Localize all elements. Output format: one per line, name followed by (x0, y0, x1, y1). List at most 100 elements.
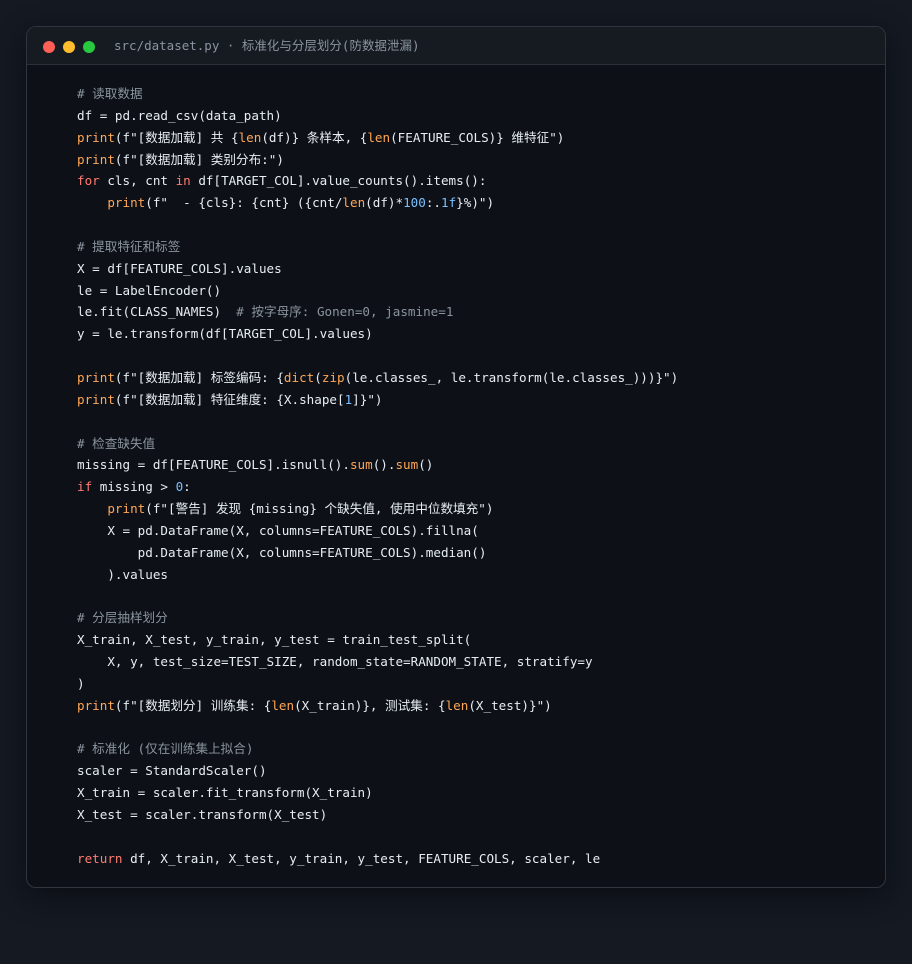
code-token: (X_test)}") (468, 697, 552, 713)
code-token: (f" - {cls}: {cnt} ({cnt/ (145, 195, 343, 211)
code-token: in (175, 173, 191, 189)
code-token: X = pd.DataFrame(X, columns=FEATURE_COLS… (77, 522, 479, 538)
code-line: # 读取数据 (77, 83, 678, 105)
code-token: (X_train)}, 测试集: { (294, 697, 446, 713)
code-token: 100 (403, 195, 426, 211)
code-line: X_train, X_test, y_train, y_test = train… (77, 629, 678, 651)
code-token: ( (314, 369, 322, 385)
code-token: len (271, 697, 295, 713)
code-token: (f"[警告] 发现 {missing} 个缺失值, 使用中位数填充") (145, 501, 494, 517)
code-line: # 分层抽样划分 (77, 607, 678, 629)
code-line: X_test = scaler.transform(X_test) (77, 804, 678, 826)
window-titlebar: src/dataset.py · 标准化与分层划分(防数据泄漏) (27, 27, 885, 65)
code-line: df = pd.read_csv(data_path) (77, 105, 678, 127)
code-token: (f"[数据加载] 标签编码: { (114, 369, 284, 385)
code-line: le.fit(CLASS_NAMES) # 按字母序: Gonen=0, jas… (77, 301, 678, 323)
code-token: le.fit(CLASS_NAMES) (77, 304, 237, 320)
code-token: # 读取数据 (77, 86, 143, 101)
code-token: df = pd.read_csv(data_path) (77, 107, 282, 123)
code-window: src/dataset.py · 标准化与分层划分(防数据泄漏) # 读取数据 d… (26, 26, 886, 888)
code-token: :. (425, 195, 441, 211)
code-token: # 提取特征和标签 (77, 238, 181, 254)
code-token: () (418, 457, 434, 473)
code-token: 1f (441, 195, 457, 211)
code-line: print(f" - {cls}: {cnt} ({cnt/len(df)*10… (77, 192, 678, 214)
code-token: X_train = scaler.fit_transform(X_train) (77, 785, 373, 800)
code-line: print(f"[数据加载] 类别分布:") (77, 149, 678, 171)
code-token: # 检查缺失值 (77, 435, 156, 451)
code-token: df, X_train, X_test, y_train, y_test, FE… (122, 850, 601, 866)
code-token: (FEATURE_COLS)} 维特征") (390, 129, 565, 145)
code-token: zip (321, 369, 345, 385)
code-token: len (445, 697, 469, 713)
code-line: X = pd.DataFrame(X, columns=FEATURE_COLS… (77, 520, 678, 542)
code-token: df[TARGET_COL].value_counts().items(): (190, 173, 487, 189)
code-token: # 分层抽样划分 (77, 610, 168, 626)
code-line: # 提取特征和标签 (77, 236, 678, 258)
code-token: print (77, 151, 115, 167)
code-token: scaler = StandardScaler() (77, 763, 267, 779)
maximize-window-button[interactable] (83, 41, 95, 53)
code-token: (). (372, 457, 396, 473)
code-token: (le.classes_, le.transform(le.classes_))… (344, 369, 679, 385)
code-token: ).values (77, 566, 168, 582)
code-token: (f"[数据划分] 训练集: { (114, 697, 272, 713)
code-token: : (183, 479, 191, 495)
code-token: (f"[数据加载] 特征维度: {X.shape[ (114, 391, 345, 407)
code-token: for (77, 173, 100, 189)
code-token: (df)} 条样本, { (261, 129, 368, 145)
code-line: scaler = StandardScaler() (77, 760, 678, 782)
code-line: # 标准化 (仅在训练集上拟合) (77, 738, 678, 760)
code-token: len (342, 195, 366, 211)
code-token: (f"[数据加载] 共 { (114, 129, 239, 145)
code-token: print (77, 391, 115, 407)
code-line: ) (77, 673, 678, 695)
code-line: missing = df[FEATURE_COLS].isnull().sum(… (77, 454, 678, 476)
close-window-button[interactable] (43, 41, 55, 53)
code-token: sum (395, 457, 419, 473)
code-token: print (77, 129, 115, 145)
code-line: print(f"[数据加载] 特征维度: {X.shape[1]}") (77, 389, 678, 411)
code-line: if missing > 0: (77, 476, 678, 498)
code-token: sum (349, 457, 373, 473)
code-token: (df)* (365, 195, 404, 211)
window-title: src/dataset.py · 标准化与分层划分(防数据泄漏) (114, 38, 420, 53)
code-token: return (77, 850, 123, 866)
code-block[interactable]: # 读取数据 df = pd.read_csv(data_path) print(f… (77, 83, 678, 869)
code-line: print(f"[数据加载] 标签编码: {dict(zip(le.classe… (77, 367, 678, 389)
code-line: print(f"[警告] 发现 {missing} 个缺失值, 使用中位数填充"… (77, 498, 678, 520)
code-token: dict (283, 369, 315, 385)
code-token: X = df[FEATURE_COLS].values (77, 260, 282, 276)
code-line: return df, X_train, X_test, y_train, y_t… (77, 848, 678, 870)
code-token: X, y, test_size=TEST_SIZE, random_state=… (77, 653, 593, 669)
code-line: for cls, cnt in df[TARGET_COL].value_cou… (77, 170, 678, 192)
code-token: }%)") (456, 195, 495, 211)
code-token: # 标准化 (仅在训练集上拟合) (77, 741, 254, 757)
code-line: y = le.transform(df[TARGET_COL].values) (77, 323, 678, 345)
code-line: X_train = scaler.fit_transform(X_train) (77, 782, 678, 804)
code-token: ) (77, 675, 85, 691)
code-line: print(f"[数据加载] 共 {len(df)} 条样本, {len(FEA… (77, 127, 678, 149)
code-line: X = df[FEATURE_COLS].values (77, 258, 678, 280)
code-token: missing > (92, 479, 176, 495)
code-token: (f"[数据加载] 类别分布:") (114, 151, 284, 167)
code-token: print (107, 501, 146, 517)
code-token: le = LabelEncoder() (77, 282, 222, 298)
code-token: cls, cnt (99, 173, 176, 189)
code-token: # 按字母序: Gonen=0, jasmine=1 (236, 304, 454, 320)
code-token: len (367, 129, 391, 145)
code-line: print(f"[数据划分] 训练集: {len(X_train)}, 测试集:… (77, 695, 678, 717)
code-line: le = LabelEncoder() (77, 280, 678, 302)
code-token: ]}") (352, 391, 383, 407)
minimize-window-button[interactable] (63, 41, 75, 53)
code-token: print (107, 195, 146, 211)
code-line: # 检查缺失值 (77, 433, 678, 455)
